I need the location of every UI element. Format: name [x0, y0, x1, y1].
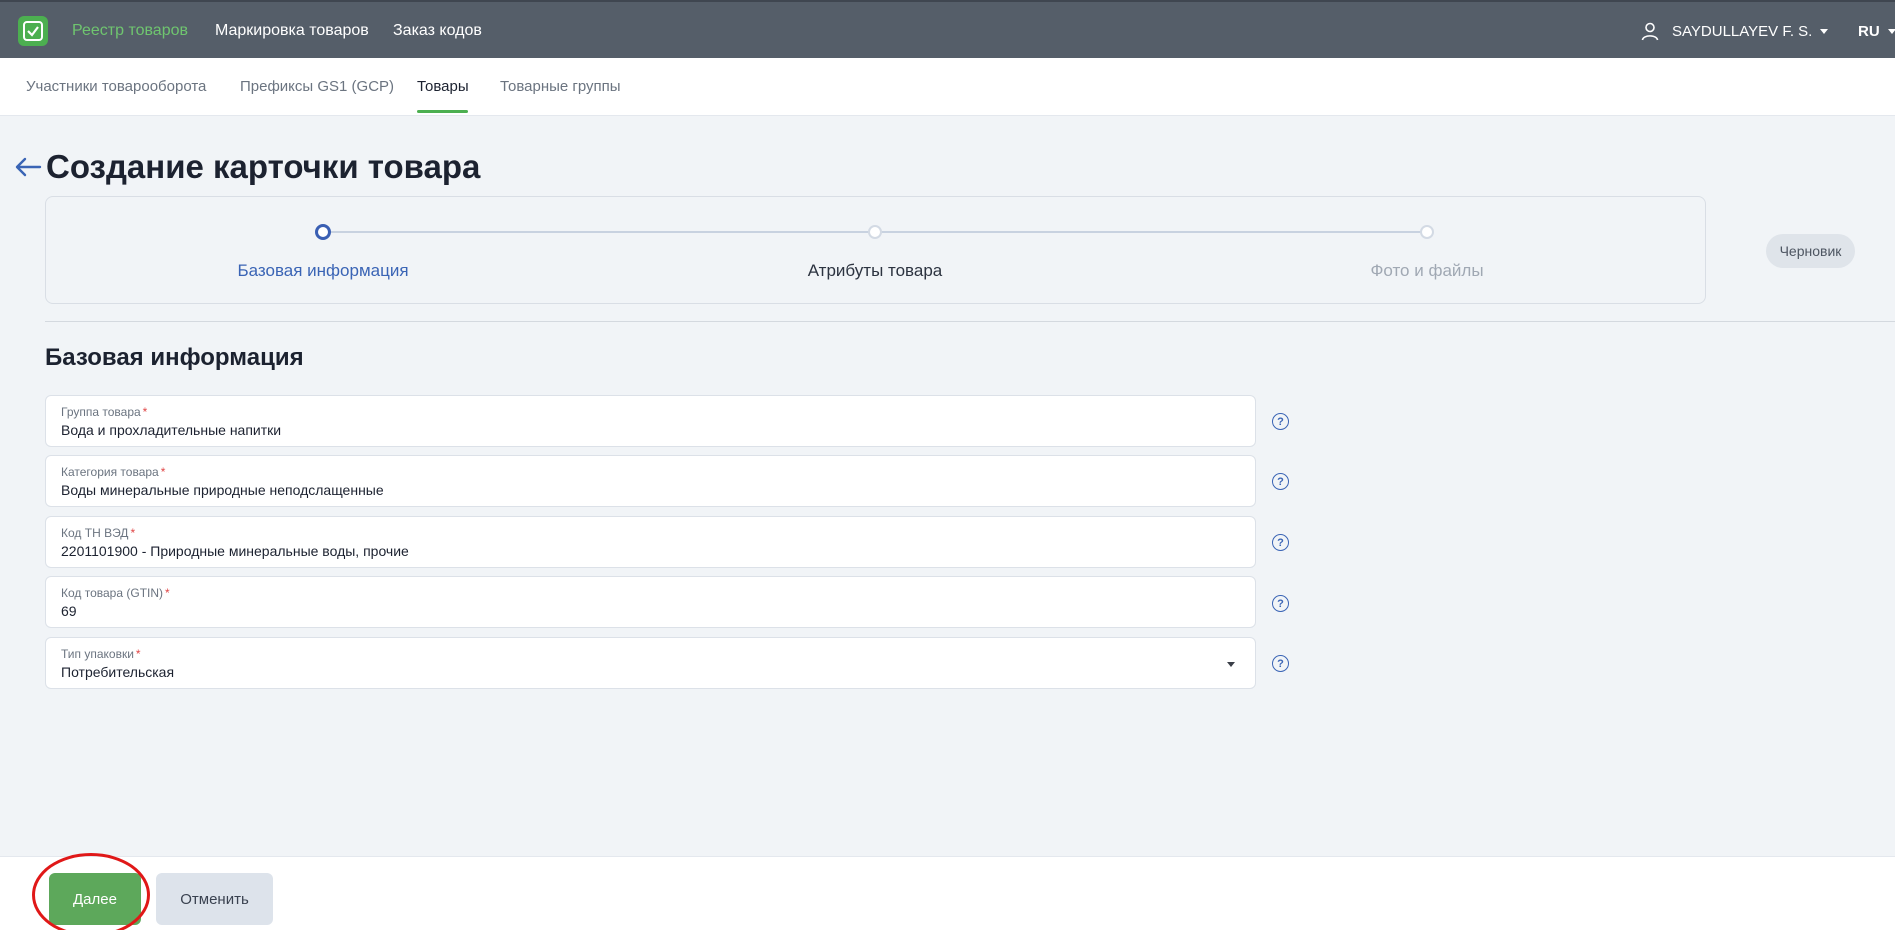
topnav-item-code-orders[interactable]: Заказ кодов: [393, 22, 482, 40]
tab-products[interactable]: Товары: [417, 78, 469, 95]
tab-gs1-prefixes[interactable]: Префиксы GS1 (GCP): [240, 78, 394, 95]
chevron-down-icon: [1227, 662, 1235, 667]
step-dot-attributes: [868, 225, 882, 239]
help-icon[interactable]: ?: [1272, 473, 1289, 490]
section-divider: [45, 321, 1895, 322]
step-dot-basic-info: [315, 224, 331, 240]
gtin-input[interactable]: Код товара (GTIN) * 69: [45, 576, 1256, 628]
step-connector: [323, 231, 875, 233]
step-connector: [875, 231, 1427, 233]
field-value: Потребительская: [61, 664, 175, 680]
top-navbar: Реестр товаров Маркировка товаров Заказ …: [0, 0, 1895, 58]
field-value: Вода и прохладительные напитки: [61, 422, 282, 438]
status-badge: Черновик: [1766, 234, 1855, 268]
package-type-select[interactable]: Тип упаковки * Потребительская: [45, 637, 1256, 689]
tab-product-groups[interactable]: Товарные группы: [500, 78, 621, 95]
topnav-item-product-marking[interactable]: Маркировка товаров: [215, 22, 369, 40]
form-footer: [0, 856, 1895, 930]
progress-stepper: Базовая информация Атрибуты товара Фото …: [45, 196, 1706, 304]
app-logo-icon[interactable]: [18, 16, 48, 46]
chevron-down-icon: [1820, 28, 1829, 34]
next-button[interactable]: Далее: [49, 873, 141, 925]
topnav-item-product-registry[interactable]: Реестр товаров: [72, 22, 188, 40]
back-arrow-icon[interactable]: [14, 155, 42, 179]
user-menu[interactable]: SAYDULLAYEV F. S.: [1640, 20, 1829, 42]
user-name: SAYDULLAYEV F. S.: [1672, 22, 1813, 40]
tab-trade-participants[interactable]: Участники товарооборота: [26, 78, 206, 95]
field-label: Код ТН ВЭД *: [61, 526, 136, 540]
page-title: Создание карточки товара: [46, 148, 481, 185]
section-title: Базовая информация: [45, 344, 304, 371]
help-icon[interactable]: ?: [1272, 655, 1289, 672]
field-label: Код товара (GTIN) *: [61, 586, 170, 600]
step-label-attributes[interactable]: Атрибуты товара: [808, 261, 943, 281]
product-group-field[interactable]: Группа товара * Вода и прохладительные на…: [45, 395, 1256, 447]
field-value: 69: [61, 603, 77, 619]
field-label: Тип упаковки *: [61, 647, 141, 661]
step-label-photos-files[interactable]: Фото и файлы: [1370, 261, 1483, 281]
tn-ved-code-field[interactable]: Код ТН ВЭД * 2201101900 - Природные минер…: [45, 516, 1256, 568]
product-category-field[interactable]: Категория товара * Воды минеральные приро…: [45, 455, 1256, 507]
field-label: Категория товара *: [61, 465, 166, 479]
help-icon[interactable]: ?: [1272, 595, 1289, 612]
step-label-basic-info[interactable]: Базовая информация: [237, 261, 408, 281]
field-value: Воды минеральные природные неподслащенны…: [61, 482, 384, 498]
cancel-button[interactable]: Отменить: [156, 873, 273, 925]
help-icon[interactable]: ?: [1272, 534, 1289, 551]
step-dot-files: [1420, 225, 1434, 239]
field-label: Группа товара *: [61, 405, 148, 419]
field-value: 2201101900 - Природные минеральные воды,…: [61, 543, 409, 559]
chevron-down-icon: [1887, 28, 1895, 34]
help-icon[interactable]: ?: [1272, 413, 1289, 430]
user-icon: [1641, 22, 1659, 41]
active-tab-indicator: [417, 110, 468, 113]
language-selector[interactable]: RU: [1858, 20, 1895, 42]
language-label: RU: [1858, 22, 1880, 40]
